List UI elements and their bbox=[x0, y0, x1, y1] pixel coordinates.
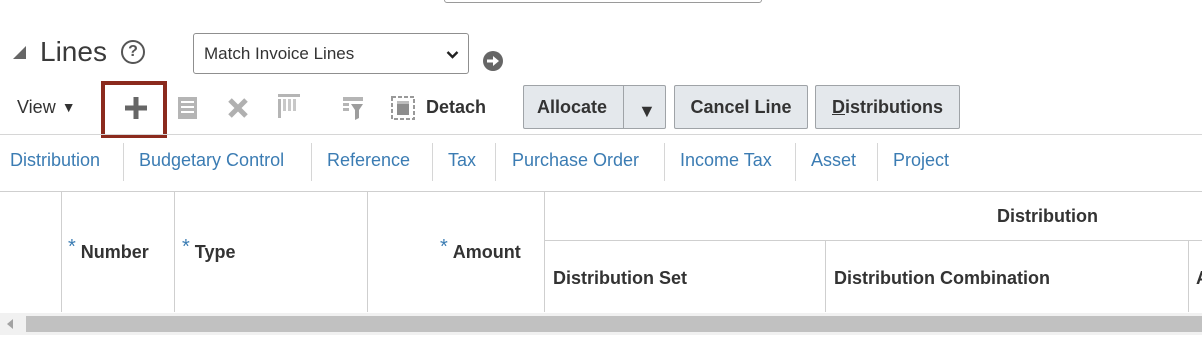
tab-budgetary-control[interactable]: Budgetary Control bbox=[139, 150, 284, 171]
required-marker: * bbox=[440, 236, 448, 258]
column-header-number[interactable]: * Number bbox=[68, 236, 149, 264]
tab-separator bbox=[495, 143, 496, 181]
tab-income-tax[interactable]: Income Tax bbox=[680, 150, 772, 171]
distributions-accesskey: D bbox=[832, 96, 845, 117]
column-header-type[interactable]: * Type bbox=[182, 236, 236, 264]
allocate-menu-caret-icon[interactable]: ▼ bbox=[638, 101, 656, 122]
view-menu-label: View bbox=[17, 97, 56, 117]
view-caret-icon: ▼ bbox=[61, 99, 76, 115]
detach-icon bbox=[391, 96, 415, 120]
column-header-amount-label: Amount bbox=[452, 242, 521, 262]
column-divider bbox=[1188, 240, 1189, 312]
freeze-columns-icon[interactable] bbox=[274, 91, 304, 121]
view-select[interactable]: Match Invoice Lines bbox=[193, 33, 469, 74]
edit-list-icon[interactable] bbox=[173, 93, 203, 123]
detach-label: Detach bbox=[426, 97, 487, 117]
tab-purchase-order[interactable]: Purchase Order bbox=[512, 150, 639, 171]
required-marker: * bbox=[182, 236, 190, 258]
section-title: Lines bbox=[40, 36, 107, 67]
tab-separator bbox=[795, 143, 796, 181]
scroll-left-arrow-icon[interactable] bbox=[7, 319, 13, 329]
column-header-distribution-set[interactable]: Distribution Set bbox=[553, 268, 687, 289]
column-header-number-label: Number bbox=[80, 242, 149, 262]
table-header-top-border bbox=[0, 191, 1202, 192]
group-header-divider bbox=[544, 240, 1202, 241]
distributions-label: istributions bbox=[845, 96, 943, 117]
column-header-partial[interactable]: A bbox=[1196, 268, 1202, 289]
column-header-type-label: Type bbox=[194, 242, 236, 262]
allocate-button[interactable]: Allocate ▼ bbox=[523, 85, 666, 129]
tab-distribution[interactable]: Distribution bbox=[10, 150, 100, 171]
scrollbar-thumb[interactable] bbox=[26, 316, 1202, 332]
close-icon[interactable] bbox=[223, 93, 253, 123]
collapse-triangle-icon[interactable] bbox=[11, 44, 27, 60]
tab-separator bbox=[311, 143, 312, 181]
top-input-stub[interactable] bbox=[444, 0, 762, 3]
filter-icon[interactable] bbox=[338, 93, 368, 123]
distributions-button[interactable]: Distributions bbox=[815, 85, 960, 129]
tab-separator bbox=[123, 143, 124, 181]
allocate-label: Allocate bbox=[537, 96, 608, 117]
column-header-distribution-combination[interactable]: Distribution Combination bbox=[834, 268, 1050, 289]
tab-separator bbox=[432, 143, 433, 181]
tab-project[interactable]: Project bbox=[893, 150, 949, 171]
required-marker: * bbox=[68, 236, 76, 258]
toolbar-divider bbox=[0, 134, 1202, 135]
tab-reference[interactable]: Reference bbox=[327, 150, 410, 171]
view-menu[interactable]: View ▼ bbox=[17, 97, 76, 118]
column-divider bbox=[544, 191, 545, 312]
column-divider bbox=[367, 191, 368, 312]
help-icon[interactable]: ? bbox=[121, 40, 145, 64]
tab-separator bbox=[664, 143, 665, 181]
cancel-line-label: Cancel Line bbox=[690, 96, 792, 117]
column-divider bbox=[825, 240, 826, 312]
horizontal-scrollbar[interactable] bbox=[0, 313, 1202, 335]
add-button-highlight bbox=[101, 81, 167, 138]
allocate-divider bbox=[623, 86, 624, 128]
tab-asset[interactable]: Asset bbox=[811, 150, 856, 171]
tab-tax[interactable]: Tax bbox=[448, 150, 476, 171]
tab-separator bbox=[877, 143, 878, 181]
column-divider bbox=[174, 191, 175, 312]
column-divider bbox=[61, 191, 62, 312]
chevron-down-icon bbox=[446, 51, 459, 59]
go-arrow-icon[interactable] bbox=[482, 50, 504, 72]
column-header-amount[interactable]: * Amount bbox=[440, 236, 521, 264]
column-group-header-distribution: Distribution bbox=[997, 206, 1098, 226]
view-select-value: Match Invoice Lines bbox=[204, 44, 355, 63]
cancel-line-button[interactable]: Cancel Line bbox=[674, 85, 808, 129]
